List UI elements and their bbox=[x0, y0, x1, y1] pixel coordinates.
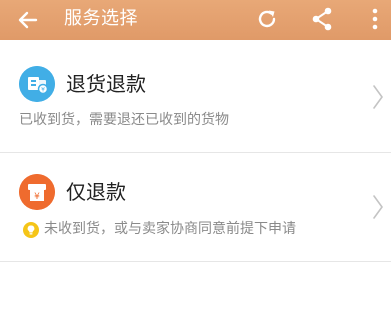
option-return-and-refund[interactable]: ¥ 退货退款 已收到货，需要退还已收到的货物 bbox=[0, 40, 391, 153]
refresh-icon[interactable] bbox=[255, 7, 279, 31]
option-description: 未收到货，或与卖家协商同意前提下申请 bbox=[44, 221, 296, 237]
svg-text:¥: ¥ bbox=[34, 192, 40, 202]
lightbulb-icon bbox=[23, 222, 39, 238]
share-icon[interactable] bbox=[310, 6, 334, 32]
option-description: 已收到货，需要退还已收到的货物 bbox=[19, 112, 229, 128]
top-app-bar: 服务选择 bbox=[0, 0, 391, 40]
option-refund-only[interactable]: ¥ 仅退款 未收到货，或与卖家协商同意前提下申请 bbox=[0, 153, 391, 262]
svg-text:¥: ¥ bbox=[41, 87, 45, 94]
chevron-right-icon bbox=[373, 85, 383, 109]
refund-only-icon: ¥ bbox=[19, 174, 55, 210]
option-title: 退货退款 bbox=[66, 72, 146, 96]
page-title: 服务选择 bbox=[64, 8, 138, 29]
return-goods-icon: ¥ bbox=[19, 66, 55, 102]
option-title: 仅退款 bbox=[66, 180, 126, 204]
arrow-left-icon[interactable] bbox=[16, 8, 40, 32]
chevron-right-icon bbox=[373, 195, 383, 219]
more-vertical-icon[interactable] bbox=[369, 7, 381, 31]
